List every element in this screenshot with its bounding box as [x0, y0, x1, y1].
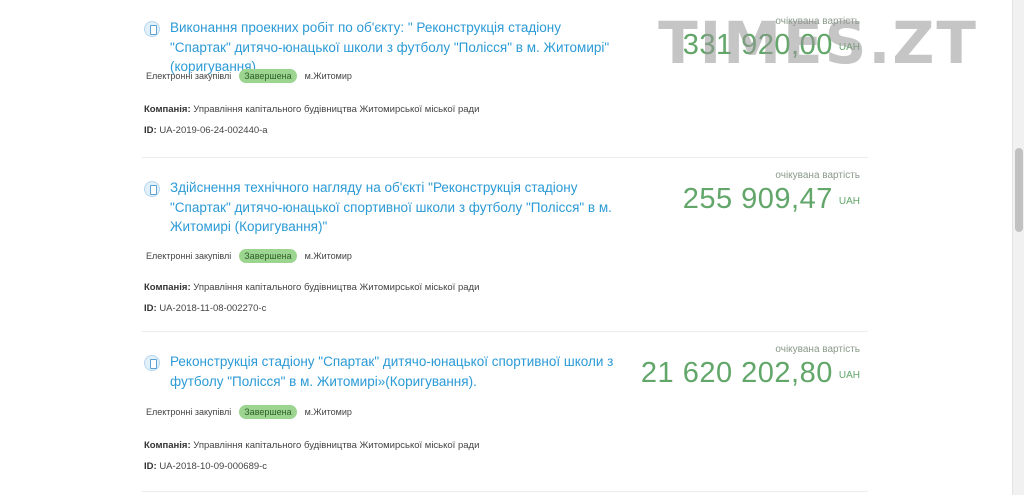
- company-line: Компанія: Управління капітального будівн…: [144, 440, 479, 451]
- company-label: Компанія:: [144, 440, 191, 451]
- tender-card: Реконструкція стадіону "Спартак" дитячо-…: [142, 332, 868, 492]
- price-amount: 21 620 202,80: [640, 357, 833, 389]
- lot-icon: [144, 181, 160, 197]
- scrollbar-thumb[interactable]: [1015, 148, 1023, 232]
- company-line: Компанія: Управління капітального будівн…: [144, 282, 479, 293]
- results-page: Виконання проекних робіт по об'єкту: " Р…: [0, 0, 1012, 495]
- city-label: м.Житомир: [304, 251, 352, 261]
- tender-id: UA-2019-06-24-002440-a: [159, 125, 268, 136]
- company-name: Управління капітального будівництва Жито…: [193, 440, 480, 451]
- tender-title-row: Здійснення технічного нагляду на об'єкті…: [142, 178, 622, 237]
- id-label: ID:: [144, 125, 157, 136]
- id-line: ID: UA-2018-10-09-000689-c: [144, 461, 267, 472]
- company-name: Управління капітального будівництва Жито…: [193, 282, 480, 293]
- tender-list: Виконання проекних робіт по об'єкту: " Р…: [142, 0, 868, 492]
- procurement-type: Електронні закупівлі: [146, 407, 232, 417]
- currency-label: UAH: [838, 370, 860, 381]
- tender-id: UA-2018-10-09-000689-c: [159, 461, 268, 472]
- expected-value-label: очікувана вартість: [775, 16, 860, 27]
- city-label: м.Житомир: [304, 407, 352, 417]
- id-line: ID: UA-2019-06-24-002440-a: [144, 125, 268, 136]
- city-label: м.Житомир: [304, 71, 352, 81]
- price-amount: 331 920,00: [682, 29, 833, 61]
- company-line: Компанія: Управління капітального будівн…: [144, 104, 479, 115]
- tender-title-link[interactable]: Здійснення технічного нагляду на об'єкті…: [170, 178, 622, 237]
- tender-card: Здійснення технічного нагляду на об'єкті…: [142, 158, 868, 332]
- tender-tags: Електронні закупівлі Завершена м.Житомир: [146, 249, 352, 263]
- price-block: очікувана вартість 21 620 202,80 UAH: [641, 344, 860, 394]
- price-block: очікувана вартість 331 920,00 UAH: [683, 16, 860, 66]
- price-value-line: 331 920,00 UAH: [683, 27, 860, 66]
- lot-icon: [144, 21, 160, 37]
- price-value-line: 21 620 202,80 UAH: [641, 355, 860, 394]
- tender-id: UA-2018-11-08-002270-c: [159, 303, 267, 314]
- id-label: ID:: [144, 461, 157, 472]
- price-amount: 255 909,47: [682, 183, 833, 215]
- tender-title-link[interactable]: Реконструкція стадіону "Спартак" дитячо-…: [170, 352, 622, 391]
- lot-icon: [144, 355, 160, 371]
- tender-title-row: Виконання проекних робіт по об'єкту: " Р…: [142, 18, 622, 77]
- company-name: Управління капітального будівництва Жито…: [193, 104, 480, 115]
- tender-title-row: Реконструкція стадіону "Спартак" дитячо-…: [142, 352, 622, 391]
- procurement-type: Електронні закупівлі: [146, 71, 232, 81]
- status-badge: Завершена: [239, 405, 297, 419]
- tender-card: Виконання проекних робіт по об'єкту: " Р…: [142, 0, 868, 158]
- tender-tags: Електронні закупівлі Завершена м.Житомир: [146, 69, 352, 83]
- id-line: ID: UA-2018-11-08-002270-c: [144, 303, 266, 314]
- procurement-type: Електронні закупівлі: [146, 251, 232, 261]
- tender-tags: Електронні закупівлі Завершена м.Житомир: [146, 405, 352, 419]
- id-label: ID:: [144, 303, 157, 314]
- tender-title-link[interactable]: Виконання проекних робіт по об'єкту: " Р…: [170, 18, 622, 77]
- status-badge: Завершена: [239, 249, 297, 263]
- price-block: очікувана вартість 255 909,47 UAH: [683, 170, 860, 220]
- expected-value-label: очікувана вартість: [775, 344, 860, 355]
- currency-label: UAH: [838, 196, 860, 207]
- status-badge: Завершена: [239, 69, 297, 83]
- expected-value-label: очікувана вартість: [775, 170, 860, 181]
- price-value-line: 255 909,47 UAH: [683, 181, 860, 220]
- currency-label: UAH: [838, 42, 860, 53]
- company-label: Компанія:: [144, 282, 191, 293]
- company-label: Компанія:: [144, 104, 191, 115]
- vertical-scrollbar[interactable]: [1012, 0, 1024, 495]
